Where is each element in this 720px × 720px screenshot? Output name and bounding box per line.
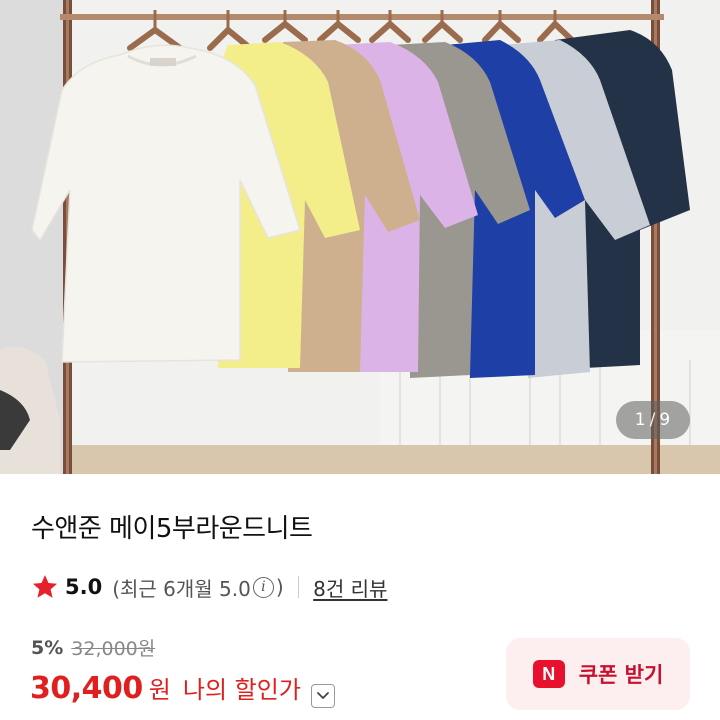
chevron-down-icon	[317, 692, 329, 699]
naver-n-icon: N	[532, 660, 565, 688]
image-page-indicator: 1 / 9	[616, 401, 690, 439]
total-pages: 9	[659, 410, 672, 430]
info-icon[interactable]: i	[252, 576, 274, 598]
recent-rating: (최근 6개월 5.0 i )	[112, 573, 283, 602]
star-icon	[32, 575, 58, 598]
discount-rate: 5%	[31, 636, 64, 659]
get-coupon-button[interactable]: N 쿠폰 받기	[506, 638, 690, 710]
review-count-link[interactable]: 8건 리뷰	[313, 573, 387, 602]
my-discount-price-label: 나의 할인가	[182, 676, 301, 704]
knit-tops-illustration	[31, 10, 690, 378]
rating-row: 5.0 (최근 6개월 5.0 i ) 8건 리뷰	[31, 571, 387, 603]
rating-score: 5.0	[65, 575, 103, 599]
original-price: 32,000원	[71, 638, 156, 660]
sale-price-unit: 원	[148, 676, 171, 704]
sale-price: 30,400	[30, 671, 143, 706]
original-price-row: 5% 32,000원	[31, 634, 155, 661]
page-separator: /	[649, 410, 657, 430]
recent-rating-close: )	[275, 575, 284, 599]
recent-rating-text: (최근 6개월 5.0	[112, 576, 251, 601]
product-image-gallery[interactable]: 1 / 9	[0, 0, 720, 474]
product-detail-page: 1 / 9 수앤준 메이5부라운드니트 5.0 (최근 6개월 5.0 i ) …	[0, 0, 720, 720]
coupon-button-label: 쿠폰 받기	[578, 663, 664, 687]
product-title: 수앤준 메이5부라운드니트	[31, 514, 313, 544]
rating-divider	[297, 576, 300, 598]
current-page: 1	[634, 410, 647, 430]
price-detail-toggle[interactable]	[310, 684, 335, 708]
sale-price-row: 30,400 원 나의 할인가	[30, 670, 335, 708]
